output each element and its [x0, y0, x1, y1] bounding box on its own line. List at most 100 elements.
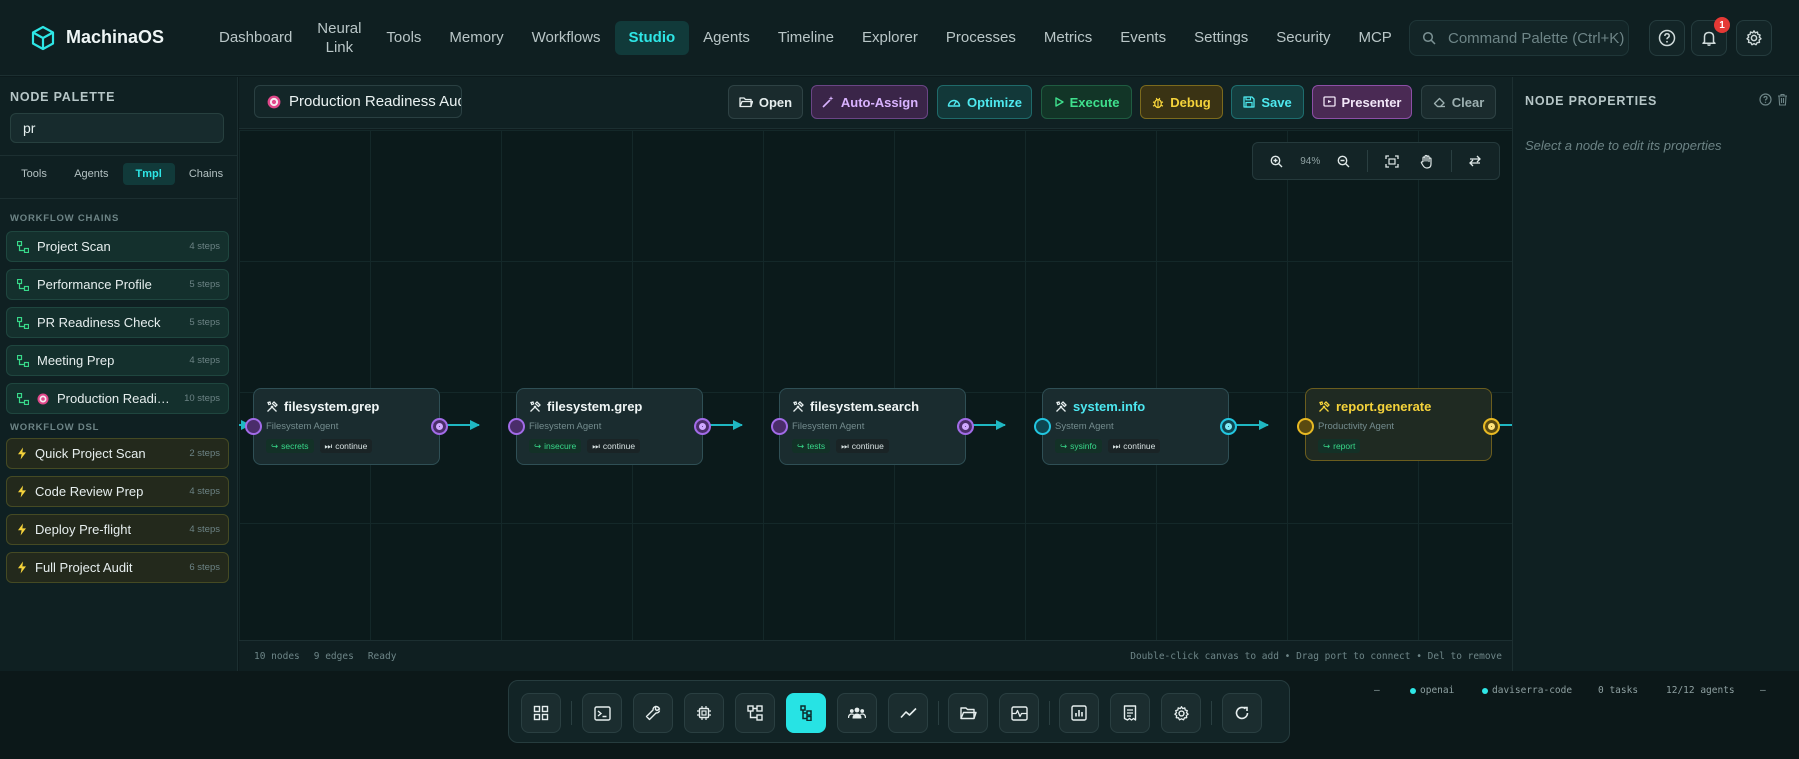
nav-explorer[interactable]: Explorer: [848, 21, 932, 55]
nav-processes[interactable]: Processes: [932, 21, 1030, 55]
dock-explorer-button[interactable]: [948, 693, 988, 733]
dock-logs-button[interactable]: [1110, 693, 1150, 733]
chain-item-production-readiness[interactable]: Production Readiness Audit 10 steps: [6, 383, 229, 414]
tab-agents[interactable]: Agents: [65, 163, 117, 185]
dock-tools-button[interactable]: [633, 693, 673, 733]
nav-mcp[interactable]: MCP: [1344, 21, 1405, 55]
dock-studio-button[interactable]: [786, 693, 826, 733]
node-tags: ↪ sysinfo ⏭ continue: [1055, 439, 1161, 453]
chain-item-project-scan[interactable]: Project Scan 4 steps: [6, 231, 229, 262]
input-port[interactable]: [1297, 418, 1314, 435]
canvas-state: Ready: [367, 650, 397, 662]
nav-timeline[interactable]: Timeline: [764, 21, 848, 55]
workflow-name-input[interactable]: Production Readiness Audit: [254, 85, 462, 118]
chain-item-meeting-prep[interactable]: Meeting Prep 4 steps: [6, 345, 229, 376]
output-port[interactable]: [1483, 418, 1500, 435]
output-arrow-icon: ↪: [1060, 440, 1068, 451]
output-tag-label: report: [1333, 441, 1356, 451]
notifications-button[interactable]: 1: [1691, 17, 1730, 56]
help-button[interactable]: [1649, 20, 1685, 56]
debug-button[interactable]: Debug: [1140, 85, 1223, 119]
target-icon: [37, 393, 49, 405]
input-port[interactable]: [771, 418, 788, 435]
chain-item-performance-profile[interactable]: Performance Profile 5 steps: [6, 269, 229, 300]
chain-icon: [17, 392, 29, 405]
dock-workflows-button[interactable]: [735, 693, 775, 733]
workflow-node-system-info[interactable]: system.info System Agent ↪ sysinfo ⏭ conti…: [1034, 388, 1237, 465]
dock-agents-button[interactable]: [837, 693, 877, 733]
dsl-item-deploy-pre-flight[interactable]: Deploy Pre-flight 4 steps: [6, 514, 229, 545]
dock-reports-button[interactable]: [1059, 693, 1099, 733]
workflow-node-filesystem-grep-2[interactable]: filesystem.grep Filesystem Agent ↪ insecu…: [508, 388, 711, 465]
node-title-text: filesystem.grep: [284, 399, 380, 414]
clear-label: Clear: [1451, 94, 1485, 110]
tab-templates[interactable]: Tmpl: [122, 163, 175, 185]
node-palette-panel: NODE PALETTE pr Tools Agents Tmpl Chains…: [0, 77, 238, 671]
output-port[interactable]: [694, 418, 711, 435]
brand[interactable]: MachinaOS: [0, 25, 205, 51]
settings-button[interactable]: [1736, 20, 1772, 56]
input-port[interactable]: [245, 418, 262, 435]
node-title-text: system.info: [1073, 399, 1146, 414]
palette-search-input[interactable]: pr: [10, 113, 224, 143]
input-port[interactable]: [1034, 418, 1051, 435]
auto-assign-button[interactable]: Auto-Assign: [811, 85, 928, 119]
nav-security[interactable]: Security: [1262, 21, 1344, 55]
divider: [938, 701, 939, 725]
workspace-status[interactable]: daviserra-code: [1482, 685, 1572, 696]
nav-studio[interactable]: Studio: [614, 20, 690, 55]
dock-metrics-button[interactable]: [888, 693, 928, 733]
dock-dashboard-button[interactable]: [521, 693, 561, 733]
tab-chains[interactable]: Chains: [180, 163, 232, 185]
help-icon[interactable]: [1759, 93, 1772, 106]
flow-tag: ⏭ continue: [836, 439, 889, 453]
nav-dashboard[interactable]: Dashboard: [205, 21, 306, 55]
dock-settings-button[interactable]: [1161, 693, 1201, 733]
chain-icon: [17, 278, 29, 291]
dsl-item-code-review-prep[interactable]: Code Review Prep 4 steps: [6, 476, 229, 507]
nav-agents[interactable]: Agents: [689, 21, 764, 55]
output-port[interactable]: [431, 418, 448, 435]
optimize-button[interactable]: Optimize: [937, 85, 1032, 119]
open-button[interactable]: Open: [728, 85, 803, 119]
save-button[interactable]: Save: [1231, 85, 1304, 119]
chain-label: Meeting Prep: [37, 353, 115, 368]
dsl-item-full-project-audit[interactable]: Full Project Audit 6 steps: [6, 552, 229, 583]
chain-item-pr-readiness-check[interactable]: PR Readiness Check 5 steps: [6, 307, 229, 338]
studio-toolbar: Production Readiness Audit Open Auto-Ass…: [239, 77, 1512, 129]
workflow-node-filesystem-grep-1[interactable]: filesystem.grep Filesystem Agent ↪ secret…: [245, 388, 448, 465]
nav-neural-link[interactable]: Neural Link: [306, 20, 372, 56]
provider-status[interactable]: openai: [1410, 685, 1454, 696]
node-title-text: report.generate: [1336, 399, 1432, 414]
workflow-canvas[interactable]: 94% filesystem.grep Filesystem Agent ↪ s…: [239, 130, 1512, 640]
node-title: system.info: [1055, 399, 1145, 414]
chain-label: Performance Profile: [37, 277, 152, 292]
nav-tools[interactable]: Tools: [372, 21, 435, 55]
eraser-icon: [1433, 96, 1446, 108]
output-port[interactable]: [957, 418, 974, 435]
presenter-button[interactable]: Presenter: [1312, 85, 1412, 119]
clear-button[interactable]: Clear: [1421, 85, 1496, 119]
command-palette-input[interactable]: Command Palette (Ctrl+K): [1409, 20, 1629, 56]
nav-memory[interactable]: Memory: [435, 21, 517, 55]
dock-processes-button[interactable]: [999, 693, 1039, 733]
nav-metrics[interactable]: Metrics: [1030, 21, 1106, 55]
nav-events[interactable]: Events: [1106, 21, 1180, 55]
node-title: filesystem.grep: [266, 399, 379, 414]
workflow-node-filesystem-search[interactable]: filesystem.search Filesystem Agent ↪ test…: [771, 388, 974, 465]
trash-icon[interactable]: [1777, 93, 1788, 106]
dock-memory-button[interactable]: [684, 693, 724, 733]
output-port[interactable]: [1220, 418, 1237, 435]
tab-tools[interactable]: Tools: [8, 163, 60, 185]
provider-label: openai: [1420, 685, 1455, 696]
nav-workflows[interactable]: Workflows: [518, 21, 615, 55]
dock-refresh-button[interactable]: [1222, 693, 1262, 733]
hammer-wrench-icon: [1055, 400, 1067, 413]
nav-settings[interactable]: Settings: [1180, 21, 1262, 55]
execute-button[interactable]: Execute: [1041, 85, 1132, 119]
input-port[interactable]: [508, 418, 525, 435]
workflow-node-report-generate[interactable]: report.generate Productivity Agent ↪ repo…: [1297, 388, 1500, 461]
skip-icon: ⏭: [841, 440, 849, 451]
dock-terminal-button[interactable]: [582, 693, 622, 733]
dsl-item-quick-project-scan[interactable]: Quick Project Scan 2 steps: [6, 438, 229, 469]
